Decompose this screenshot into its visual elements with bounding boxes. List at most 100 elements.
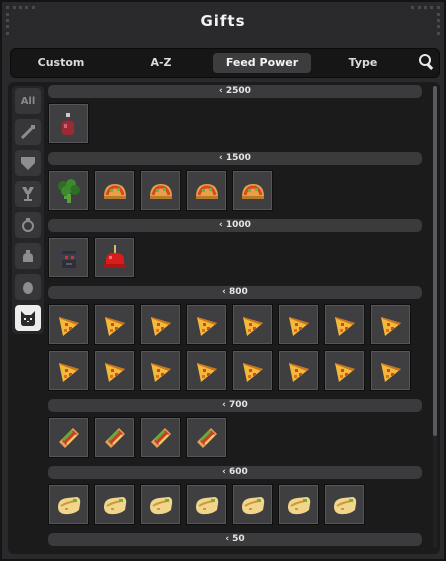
gift-slot-pizza[interactable] (370, 304, 411, 345)
gift-slot-pizza[interactable] (94, 304, 135, 345)
burrito-icon (195, 496, 218, 514)
burrito-icon (287, 496, 310, 514)
feed-power-header: ‹ 1500 (48, 152, 422, 165)
scrollbar-thumb[interactable] (433, 86, 437, 436)
gift-slot-pizza[interactable] (48, 304, 89, 345)
taco-icon (195, 183, 218, 199)
gift-slot-pizza[interactable] (278, 304, 319, 345)
candy-apple-icon (103, 244, 126, 268)
gift-slot-pizza[interactable] (140, 304, 181, 345)
pizza-icon (104, 362, 125, 382)
sandwich-icon (104, 427, 125, 448)
shield-icon (21, 157, 35, 170)
gift-slot-sandwich[interactable] (186, 417, 227, 458)
cat-face-icon (21, 311, 35, 326)
gift-slot-pizza[interactable] (186, 350, 227, 391)
window-title: Gifts (200, 12, 246, 30)
pizza-icon (242, 362, 263, 382)
pouch-icon (23, 250, 33, 262)
pizza-icon (288, 362, 309, 382)
sandwich-icon (58, 427, 79, 448)
gift-panel: All ‹ 2500 ‹ 1500 ‹ 1000 ‹ 800 ‹ 700 ‹ 6… (8, 82, 440, 554)
broccoli-icon (57, 178, 80, 203)
gifts-window: Gifts Custom A-Z Feed Power Type All ‹ 2… (0, 0, 446, 561)
gift-list: ‹ 2500 ‹ 1500 ‹ 1000 ‹ 800 ‹ 700 ‹ 600 ‹ 50 (46, 82, 430, 554)
burrito-icon (149, 496, 172, 514)
taco-icon (241, 183, 264, 199)
gift-slot-candy-apple[interactable] (94, 237, 135, 278)
gift-slot-pizza[interactable] (186, 304, 227, 345)
pizza-icon (150, 362, 171, 382)
gift-slot-burrito[interactable] (324, 484, 365, 525)
category-rings[interactable] (15, 212, 41, 238)
sandwich-icon (150, 427, 171, 448)
gift-slot-pizza[interactable] (232, 304, 273, 345)
gift-slot-taco[interactable] (94, 170, 135, 211)
gift-slot-burrito[interactable] (140, 484, 181, 525)
ring-icon (22, 218, 34, 232)
feed-power-header: ‹ 800 (48, 286, 422, 299)
gift-slot-pizza[interactable] (324, 350, 365, 391)
gift-slot-pizza[interactable] (278, 350, 319, 391)
sort-tab-bar: Custom A-Z Feed Power Type (10, 48, 440, 78)
taco-icon (149, 183, 172, 199)
gift-slot-armor[interactable] (48, 237, 89, 278)
gift-slot-taco[interactable] (232, 170, 273, 211)
pizza-icon (104, 316, 125, 336)
category-eggs[interactable] (15, 274, 41, 300)
tab-type[interactable]: Type (321, 53, 405, 73)
category-goblets[interactable] (15, 181, 41, 207)
feed-power-header: ‹ 1000 (48, 219, 422, 232)
category-sidebar: All (12, 86, 44, 334)
gift-slot-burrito[interactable] (48, 484, 89, 525)
tab-custom[interactable]: Custom (21, 53, 101, 73)
pizza-icon (380, 316, 401, 336)
potion-icon (61, 112, 74, 135)
gift-slot-burrito[interactable] (232, 484, 273, 525)
category-shields[interactable] (15, 150, 41, 176)
tab-a-z[interactable]: A-Z (121, 53, 201, 73)
gift-slot-taco[interactable] (140, 170, 181, 211)
gift-slot-pizza[interactable] (48, 350, 89, 391)
pizza-icon (196, 362, 217, 382)
gift-slot-potion[interactable] (48, 103, 89, 144)
goblet-icon (22, 187, 34, 201)
pizza-icon (242, 316, 263, 336)
pizza-icon (288, 316, 309, 336)
tab-feed-power[interactable]: Feed Power (213, 53, 311, 73)
pizza-icon (334, 362, 355, 382)
gift-slot-broccoli[interactable] (48, 170, 89, 211)
gift-slot-sandwich[interactable] (140, 417, 181, 458)
gift-slot-burrito[interactable] (278, 484, 319, 525)
category-pouches[interactable] (15, 243, 41, 269)
gift-slot-sandwich[interactable] (94, 417, 135, 458)
pizza-icon (58, 362, 79, 382)
gift-slot-pizza[interactable] (232, 350, 273, 391)
category-all[interactable]: All (15, 88, 41, 114)
egg-icon (23, 282, 33, 294)
pizza-icon (150, 316, 171, 336)
gift-slot-sandwich[interactable] (48, 417, 89, 458)
feed-power-header: ‹ 600 (48, 466, 422, 479)
burrito-icon (103, 496, 126, 514)
gift-slot-burrito[interactable] (94, 484, 135, 525)
taco-icon (103, 183, 126, 199)
gift-slot-pizza[interactable] (370, 350, 411, 391)
category-pet-food[interactable] (15, 305, 41, 331)
feed-power-header: ‹ 700 (48, 399, 422, 412)
feed-power-header: ‹ 2500 (48, 85, 422, 98)
gift-slot-pizza[interactable] (324, 304, 365, 345)
burrito-icon (333, 496, 356, 514)
burrito-icon (57, 496, 80, 514)
gift-slot-pizza[interactable] (140, 350, 181, 391)
gift-slot-burrito[interactable] (186, 484, 227, 525)
category-wands[interactable] (15, 119, 41, 145)
scrollbar[interactable] (433, 86, 437, 548)
armor-icon (57, 247, 80, 268)
gift-slot-pizza[interactable] (94, 350, 135, 391)
gift-slot-taco[interactable] (186, 170, 227, 211)
search-button[interactable] (417, 52, 437, 72)
pizza-icon (196, 316, 217, 336)
category-all-label: All (20, 95, 36, 107)
pizza-icon (380, 362, 401, 382)
